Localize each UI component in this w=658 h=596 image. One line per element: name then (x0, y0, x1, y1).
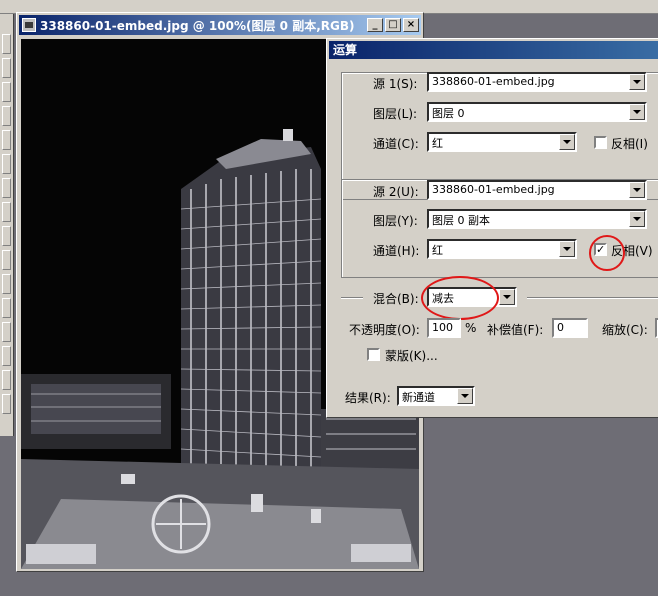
blend-label: 混合(B): (373, 292, 419, 306)
source1-channel-select[interactable]: 红 (427, 132, 577, 152)
source2-invert-checkbox[interactable]: ✓ (594, 243, 607, 256)
blend-separator-left (341, 297, 363, 299)
scale-label: 缩放(C): (602, 323, 648, 337)
tool-slot[interactable] (2, 226, 11, 246)
tool-slot[interactable] (2, 154, 11, 174)
chevron-down-icon[interactable] (629, 211, 645, 227)
tool-slot[interactable] (2, 394, 11, 414)
tool-slot[interactable] (2, 106, 11, 126)
chevron-down-icon[interactable] (499, 289, 515, 305)
tool-slot[interactable] (2, 322, 11, 342)
tool-slot[interactable] (2, 346, 11, 366)
document-title-bar[interactable]: 338860-01-embed.jpg @ 100%(图层 0 副本,RGB) … (19, 15, 421, 35)
tool-slot[interactable] (2, 82, 11, 102)
tool-slot[interactable] (2, 250, 11, 270)
source2-channel-select[interactable]: 红 (427, 239, 577, 259)
source2-layer-label: 图层(Y): (373, 214, 418, 228)
opacity-label: 不透明度(O): (349, 323, 420, 337)
chevron-down-icon[interactable] (457, 388, 473, 404)
tool-slot[interactable] (2, 178, 11, 198)
percent-label: % (465, 321, 477, 335)
offset-input[interactable]: 0 (552, 318, 588, 338)
tool-slot[interactable] (2, 130, 11, 150)
chevron-down-icon[interactable] (559, 134, 575, 150)
close-button[interactable]: × (403, 18, 419, 32)
tool-slot[interactable] (2, 298, 11, 318)
source1-invert-label: 反相(I) (611, 137, 648, 151)
chevron-down-icon[interactable] (629, 104, 645, 120)
tool-slot[interactable] (2, 370, 11, 390)
offset-label: 补偿值(F): (487, 323, 544, 337)
maximize-button[interactable]: □ (385, 18, 401, 32)
chevron-down-icon[interactable] (629, 182, 645, 198)
source1-file-select[interactable]: 338860-01-embed.jpg (427, 72, 647, 92)
tool-slot[interactable] (2, 202, 11, 222)
result-select[interactable]: 新通道 (397, 386, 475, 406)
source1-channel-label: 通道(C): (373, 137, 419, 151)
dialog-title[interactable]: 运算 (329, 41, 658, 59)
source2-file-select[interactable]: 338860-01-embed.jpg (427, 180, 647, 200)
blend-mode-select[interactable]: 减去 (427, 287, 517, 307)
calculations-dialog: 运算 源 1(S): 338860-01-embed.jpg 图层(L): 图层… (326, 38, 658, 418)
source1-label: 源 1(S): (373, 77, 418, 91)
checkmark-icon: ✓ (596, 243, 606, 256)
minimize-button[interactable]: _ (367, 18, 383, 32)
result-label: 结果(R): (345, 391, 391, 405)
image-file-icon (22, 18, 36, 32)
source2-layer-select[interactable]: 图层 0 副本 (427, 209, 647, 229)
opacity-input[interactable]: 100 (427, 318, 461, 338)
tool-slot[interactable] (2, 58, 11, 78)
source1-layer-label: 图层(L): (373, 107, 418, 121)
source2-channel-label: 通道(H): (373, 244, 420, 258)
chevron-down-icon[interactable] (629, 74, 645, 90)
mask-checkbox[interactable] (367, 348, 380, 361)
tool-slot[interactable] (2, 274, 11, 294)
source1-invert-checkbox[interactable] (594, 136, 607, 149)
document-title: 338860-01-embed.jpg @ 100%(图层 0 副本,RGB) (40, 18, 355, 33)
tool-palette (0, 14, 14, 436)
tool-slot[interactable] (2, 34, 11, 54)
chevron-down-icon[interactable] (559, 241, 575, 257)
source1-layer-select[interactable]: 图层 0 (427, 102, 647, 122)
source2-invert-label: 反相(V) (611, 244, 653, 258)
source2-label: 源 2(U): (373, 185, 419, 199)
mask-label[interactable]: 蒙版(K)... (385, 347, 438, 364)
blend-separator-right (527, 297, 658, 299)
